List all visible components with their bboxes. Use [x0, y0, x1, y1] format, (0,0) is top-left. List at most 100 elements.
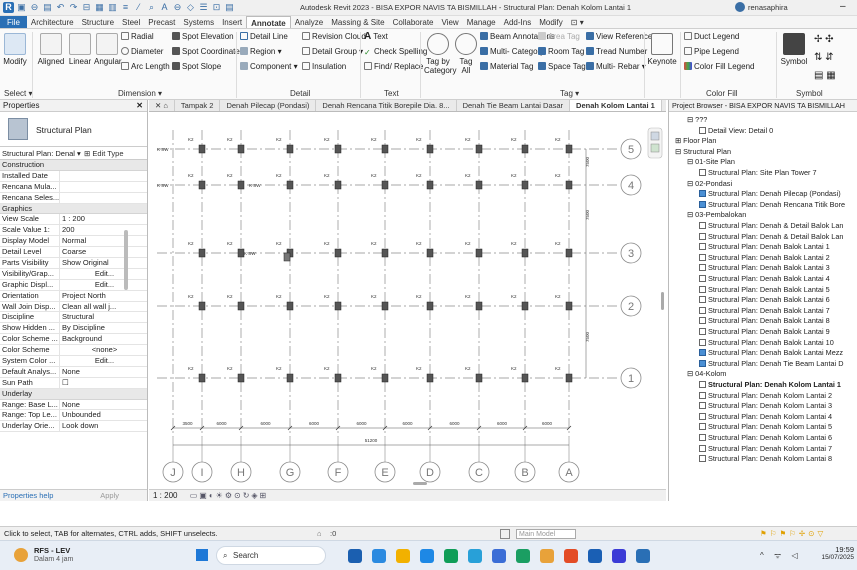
browser-item[interactable]: Structural Plan: Denah Kolom Lantai 8 — [699, 454, 832, 463]
property-value[interactable]: Show Original — [60, 258, 147, 268]
multi-rebar-button[interactable]: Multi- Rebar ▾ — [586, 62, 646, 72]
select-panel-label[interactable]: Select ▾ — [4, 89, 32, 98]
property-row[interactable]: Show Hidden ... By Discipline — [0, 323, 147, 335]
view-tab[interactable]: Denah Pilecap (Pondasi) — [220, 100, 317, 111]
shear-wall[interactable] — [283, 252, 291, 262]
property-value[interactable]: <none> — [60, 345, 147, 355]
user-icon[interactable] — [735, 2, 745, 12]
column-k2[interactable] — [286, 144, 294, 154]
view-tab[interactable]: Tampak 2 — [175, 100, 221, 111]
space-tag-button[interactable]: Space Tag — [538, 62, 586, 72]
column-k2[interactable] — [521, 301, 529, 311]
property-row[interactable]: Color Scheme <none> — [0, 345, 147, 357]
column-k2[interactable] — [237, 373, 245, 383]
quick-access-icon-9[interactable]: ≡ — [120, 2, 131, 13]
ribbon-tab-steel[interactable]: Steel — [118, 16, 144, 28]
beam-symbol-icon[interactable]: ⇅ ⇵ — [814, 53, 834, 63]
steering-wheel-icon[interactable] — [650, 131, 660, 141]
taskbar-app-icon[interactable] — [636, 549, 650, 563]
keynote-button[interactable]: Keynote — [647, 33, 677, 66]
column-k2[interactable] — [198, 373, 206, 383]
properties-section[interactable]: Graphics — [0, 203, 147, 215]
column-k2[interactable] — [521, 248, 529, 258]
taskbar-app-icon[interactable] — [492, 549, 506, 563]
quick-access-icon-2[interactable]: ⊖ — [29, 2, 40, 13]
column-k2[interactable] — [565, 180, 573, 190]
structural-plan-drawing[interactable]: 5 4 3 2 1 J I H G F E D C B A K2 K2 K2 K2 K2 K2 K2 K2 K2 K2 K2 K2 K… — [149, 112, 666, 489]
design-options-icon[interactable] — [500, 529, 510, 539]
browser-item[interactable]: ⊟ 01-Site Plan — [687, 157, 735, 166]
aligned-dim-button[interactable]: Aligned — [37, 33, 65, 66]
property-value[interactable]: ☐ — [60, 378, 147, 388]
tag-by-category-button[interactable]: Tag by Category — [424, 33, 456, 75]
revision-cloud-button[interactable]: Revision Cloud — [302, 32, 366, 42]
quick-access-icon-16[interactable]: ⊡ — [211, 2, 222, 13]
system-tray-icons[interactable]: ^ ᯤ ◁ — [760, 550, 802, 561]
quick-access-icon-17[interactable]: ▤ — [224, 2, 235, 13]
browser-item[interactable]: Structural Plan: Denah Kolom Lantai 2 — [699, 391, 832, 400]
column-k2[interactable] — [475, 180, 483, 190]
taskbar-app-icon[interactable] — [612, 549, 626, 563]
ribbon-tab-structure[interactable]: Structure — [78, 16, 118, 28]
property-value[interactable]: By Discipline — [60, 323, 147, 333]
property-row[interactable]: Orientation Project North — [0, 290, 147, 302]
radial-button[interactable]: Radial — [121, 32, 154, 42]
column-k2[interactable] — [286, 301, 294, 311]
browser-item[interactable]: Structural Plan: Denah Kolom Lantai 1 — [699, 380, 841, 389]
clock[interactable]: 19:59 15/07/2025 — [818, 545, 854, 561]
insulation-button[interactable]: Insulation — [302, 62, 346, 72]
property-value[interactable]: None — [60, 400, 147, 410]
browser-item[interactable]: Structural Plan: Denah Kolom Lantai 7 — [699, 444, 832, 453]
property-row[interactable]: Range: Top Le... Unbounded — [0, 410, 147, 422]
column-k2[interactable] — [334, 180, 342, 190]
windows-start-icon[interactable] — [196, 549, 208, 561]
spot-coordinate-button[interactable]: Spot Coordinate — [172, 47, 240, 57]
column-k2[interactable] — [426, 144, 434, 154]
contextual-tab-icon[interactable]: ⊡ ▾ — [567, 16, 588, 28]
ribbon-tab-add-ins[interactable]: Add-Ins — [500, 16, 536, 28]
properties-section[interactable]: Underlay — [0, 388, 147, 400]
property-row[interactable]: Default Analys... None — [0, 366, 147, 378]
diameter-button[interactable]: Diameter — [121, 47, 163, 57]
detail-line-button[interactable]: Detail Line — [240, 32, 288, 42]
property-row[interactable]: Rencana Seles... — [0, 192, 147, 204]
horizontal-scrollbar[interactable] — [413, 482, 427, 485]
user-name[interactable]: renasaphira — [748, 3, 788, 12]
property-row[interactable]: Installed Date — [0, 170, 147, 182]
quick-access-icon-7[interactable]: ▦ — [94, 2, 105, 13]
angular-dim-button[interactable]: Angular — [94, 33, 122, 66]
modify-button[interactable]: Modify — [3, 33, 27, 66]
edit-type-button[interactable]: ⊞ Edit Type — [84, 147, 124, 160]
browser-item[interactable]: Structural Plan: Denah Balok Lantai 9 — [699, 327, 830, 336]
column-k2[interactable] — [286, 180, 294, 190]
column-k2[interactable] — [237, 301, 245, 311]
quick-access-icon-11[interactable]: ⌕ — [146, 2, 157, 13]
view-controls-icons[interactable]: ▭▣◐☀⚙⊙↻◈⊞ — [190, 491, 269, 500]
linear-dim-button[interactable]: Linear — [68, 33, 92, 66]
quick-access-icon-4[interactable]: ↶ — [55, 2, 66, 13]
material-tag-button[interactable]: Material Tag — [480, 62, 533, 72]
column-k2[interactable] — [475, 144, 483, 154]
column-k2[interactable] — [286, 373, 294, 383]
quick-access-icon-12[interactable]: A — [159, 2, 170, 13]
column-k2[interactable] — [198, 180, 206, 190]
quick-access-icon-6[interactable]: ⊟ — [81, 2, 92, 13]
spot-elevation-button[interactable]: Spot Elevation — [172, 32, 234, 42]
view-tab[interactable]: Denah Kolom Lantai 1 — [570, 100, 662, 111]
browser-item[interactable]: ⊞ Floor Plan — [675, 136, 716, 145]
view-tab[interactable]: Denah Tie Beam Lantai Dasar — [457, 100, 571, 111]
column-k2[interactable] — [334, 301, 342, 311]
duct-legend-button[interactable]: Duct Legend — [684, 32, 739, 42]
type-selector[interactable]: Structural Plan — [0, 112, 147, 147]
browser-item[interactable]: Structural Plan: Denah Balok Lantai 5 — [699, 285, 830, 294]
column-k2[interactable] — [521, 373, 529, 383]
column-k2[interactable] — [475, 301, 483, 311]
component-button[interactable]: Component ▾ — [240, 62, 298, 72]
browser-item[interactable]: Structural Plan: Denah Balok Lantai 4 — [699, 274, 830, 283]
view-reference-button[interactable]: View Reference — [586, 32, 652, 42]
browser-item[interactable]: Structural Plan: Denah Rencana Titik Bor… — [699, 200, 845, 209]
browser-item[interactable]: Structural Plan: Denah Kolom Lantai 5 — [699, 422, 832, 431]
text-button[interactable]: A Text — [364, 32, 388, 42]
column-k2[interactable] — [381, 373, 389, 383]
property-value[interactable] — [60, 193, 147, 203]
